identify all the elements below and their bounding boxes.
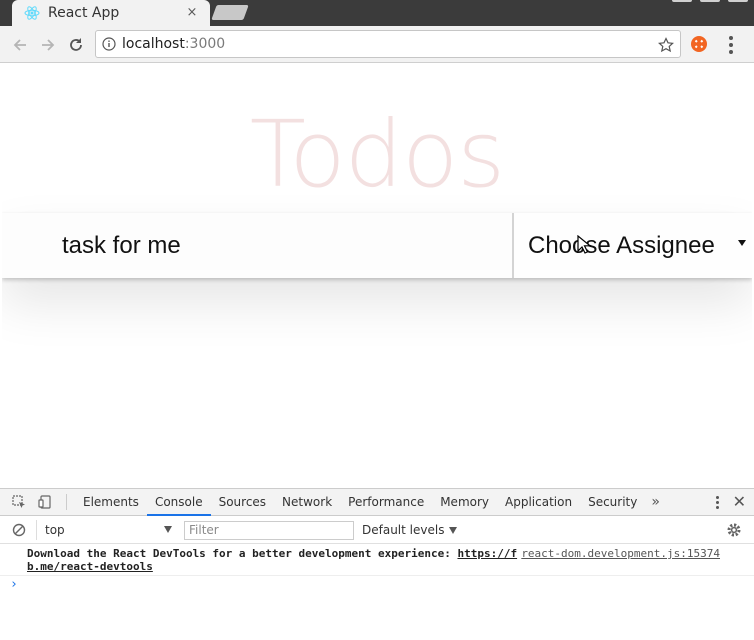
tab-close-icon[interactable]: × [184,5,200,21]
tab-security[interactable]: Security [580,489,645,516]
gear-icon[interactable] [726,522,742,538]
window-close-button[interactable] [728,0,748,2]
clear-console-icon[interactable] [12,523,26,537]
minimize-button[interactable] [672,0,692,2]
console-filter-bar: top Default levels [0,517,754,544]
arrow-right-icon [42,39,55,51]
devtools-actions: ✕ [715,492,746,512]
maximize-button[interactable] [700,0,720,2]
bookmark-star-icon[interactable] [656,35,676,55]
forward-button[interactable] [37,34,59,56]
dropdown-arrow-icon [164,526,172,533]
browser-menu-button[interactable] [722,34,740,56]
url-port: :3000 [184,36,226,52]
console-filter-input[interactable] [184,520,354,540]
dropdown-arrow-icon [449,526,458,534]
url-host: localhost [122,36,185,52]
reload-icon [70,38,82,51]
menu-dot [715,495,719,499]
toolbar-separator [66,494,67,510]
dropdown-arrow-icon [738,240,746,246]
assignee-select-label: Choose Assignee [528,231,715,259]
tab-memory[interactable]: Memory [432,489,497,516]
log-levels-select[interactable]: Default levels [362,523,458,537]
tab-sources[interactable]: Sources [211,489,274,516]
page-title: Todos [249,101,505,208]
devtools-panel: Elements Console Sources Network Perform… [0,488,754,640]
log-levels-label: Default levels [362,523,445,537]
arrow-left-icon [13,39,26,51]
console-message: Download the React DevTools for a better… [0,546,754,576]
reload-button[interactable] [65,34,87,56]
menu-dot [729,50,733,54]
browser-tab[interactable]: React App × [12,0,210,26]
menu-dot [729,43,733,47]
inspect-element-icon[interactable] [8,491,30,513]
extension-icon[interactable] [690,35,708,53]
tab-strip: React App × [0,0,754,26]
new-todo-form: Choose Assignee [2,213,752,278]
tab-console[interactable]: Console [146,489,211,516]
devtools-close-icon[interactable]: ✕ [733,492,746,512]
message-link-continued[interactable]: b.me/react-devtools [27,560,153,573]
tab-elements[interactable]: Elements [75,489,147,516]
tab-application[interactable]: Application [497,489,580,516]
context-label: top [45,523,65,537]
menu-dot [715,505,719,509]
context-select[interactable]: top [36,520,176,540]
new-tab-button[interactable] [211,5,249,20]
address-bar[interactable]: localhost:3000 [95,30,681,58]
window-controls [672,0,748,2]
new-todo-input[interactable] [2,213,513,278]
more-tabs-icon[interactable]: » [645,494,666,510]
menu-dot [729,36,733,40]
console-prompt-icon[interactable]: › [10,578,22,591]
browser-toolbar: localhost:3000 [0,26,754,63]
menu-dot [715,500,719,504]
info-icon[interactable] [96,31,122,57]
page-viewport: Todos Choose Assignee [2,63,752,488]
device-toolbar-icon[interactable] [34,491,56,513]
back-button[interactable] [9,34,31,56]
tab-performance[interactable]: Performance [340,489,432,516]
message-link[interactable]: https://f [457,547,517,560]
tab-network[interactable]: Network [274,489,340,516]
assignee-select[interactable]: Choose Assignee [514,213,752,278]
console-message-text: Download the React DevTools for a better… [27,547,527,573]
message-body: Download the React DevTools for a better… [27,547,458,560]
url-text: localhost:3000 [122,36,225,52]
message-source-link[interactable]: react-dom.development.js:15374 [521,547,720,560]
devtools-menu-icon[interactable] [715,495,719,509]
devtools-tabbar: Elements Console Sources Network Perform… [0,489,754,516]
tab-title: React App [48,5,120,21]
react-logo-icon [24,5,40,21]
